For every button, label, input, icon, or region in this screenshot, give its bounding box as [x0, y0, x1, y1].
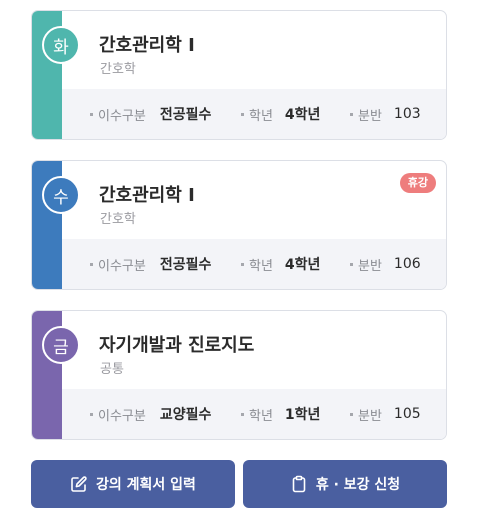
course-list-page: 화 간호관리학 Ⅰ 간호학 이수구분 전공필수 학년 4학년 분반 103 수 …	[0, 0, 478, 523]
course-title: 간호관리학 Ⅰ	[99, 185, 195, 206]
course-info-bar: 이수구분 전공필수 학년 4학년 분반 103	[62, 89, 446, 139]
info-label: 학년	[249, 408, 273, 424]
syllabus-input-button[interactable]: 강의 계획서 입력	[31, 460, 235, 508]
info-completion-type: 이수구분 전공필수	[90, 89, 211, 139]
info-label: 학년	[249, 108, 273, 124]
info-label: 이수구분	[98, 408, 146, 424]
info-value: 교양필수	[159, 407, 212, 423]
info-label: 이수구분	[98, 258, 146, 274]
info-completion-type: 이수구분 전공필수	[90, 239, 211, 289]
clipboard-icon	[292, 475, 306, 493]
info-value: 4학년	[284, 257, 321, 273]
info-value: 전공필수	[159, 257, 212, 273]
cancel-makeup-request-label: 휴 · 보강 신청	[315, 477, 401, 493]
day-badge: 수	[42, 176, 80, 214]
course-info-bar: 이수구분 전공필수 학년 4학년 분반 106	[62, 239, 446, 289]
bullet-icon	[350, 412, 353, 416]
info-value: 105	[393, 406, 421, 422]
day-badge: 금	[42, 326, 80, 364]
bullet-icon	[241, 262, 244, 266]
info-grade: 학년 4학년	[241, 89, 320, 139]
info-label: 분반	[358, 108, 382, 124]
edit-icon	[71, 476, 87, 492]
info-label: 학년	[249, 258, 273, 274]
info-value: 4학년	[284, 107, 321, 123]
course-card[interactable]: 수 간호관리학 Ⅰ 간호학 휴강 이수구분 전공필수 학년 4학년 분반 106	[31, 160, 447, 290]
course-card[interactable]: 화 간호관리학 Ⅰ 간호학 이수구분 전공필수 학년 4학년 분반 103	[31, 10, 447, 140]
info-value: 103	[393, 106, 421, 122]
cancel-makeup-request-button[interactable]: 휴 · 보강 신청	[243, 460, 447, 508]
info-section: 분반 105	[350, 389, 421, 439]
bullet-icon	[350, 112, 353, 116]
course-department: 간호학	[100, 62, 136, 77]
cancelled-badge: 휴강	[399, 173, 436, 193]
info-completion-type: 이수구분 교양필수	[90, 389, 211, 439]
day-badge: 화	[42, 26, 80, 64]
bullet-icon	[241, 112, 244, 116]
info-grade: 학년 1학년	[241, 389, 320, 439]
course-department: 공통	[100, 362, 124, 377]
course-info-bar: 이수구분 교양필수 학년 1학년 분반 105	[62, 389, 446, 439]
bullet-icon	[90, 412, 93, 416]
info-label: 이수구분	[98, 108, 146, 124]
course-title: 자기개발과 진로지도	[99, 335, 255, 356]
bullet-icon	[350, 262, 353, 266]
course-title: 간호관리학 Ⅰ	[99, 35, 195, 56]
info-grade: 학년 4학년	[241, 239, 320, 289]
bullet-icon	[90, 262, 93, 266]
bullet-icon	[90, 112, 93, 116]
bullet-icon	[241, 412, 244, 416]
info-value: 1학년	[284, 407, 321, 423]
info-value: 106	[393, 256, 421, 272]
course-card[interactable]: 금 자기개발과 진로지도 공통 이수구분 교양필수 학년 1학년 분반 105	[31, 310, 447, 440]
info-label: 분반	[358, 258, 382, 274]
info-label: 분반	[358, 408, 382, 424]
info-section: 분반 103	[350, 89, 421, 139]
info-value: 전공필수	[159, 107, 212, 123]
course-department: 간호학	[100, 212, 136, 227]
info-section: 분반 106	[350, 239, 421, 289]
syllabus-input-label: 강의 계획서 입력	[96, 477, 196, 493]
